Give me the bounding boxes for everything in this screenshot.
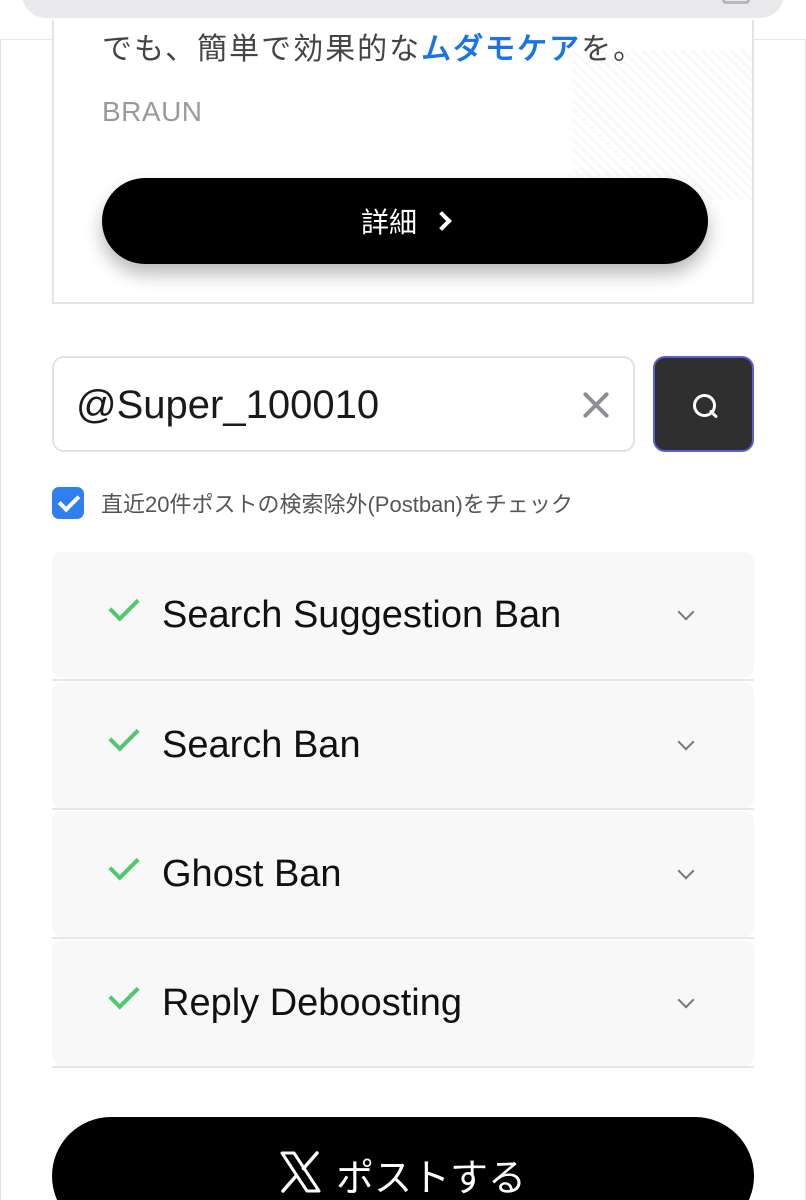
address-bar[interactable] xyxy=(22,0,784,18)
check-icon xyxy=(110,730,140,750)
divider xyxy=(52,937,754,939)
chevron-down-icon[interactable] xyxy=(677,603,695,621)
ad-details-label: 詳細 xyxy=(360,207,417,238)
result-item-ghost-ban[interactable]: Ghost Ban xyxy=(52,811,754,937)
divider xyxy=(52,808,754,810)
postban-option: 直近20件ポストの検索除外(Postban)をチェック xyxy=(52,486,573,520)
page-border-left xyxy=(0,40,1,1200)
postban-checkbox[interactable] xyxy=(52,487,84,519)
result-label: Search Ban xyxy=(162,724,361,766)
username-search-box xyxy=(52,356,635,452)
ad-details-button[interactable]: 詳細 xyxy=(102,178,708,264)
post-button-label: ポストする xyxy=(336,1158,527,1200)
check-icon xyxy=(110,600,140,620)
result-label: Search Suggestion Ban xyxy=(162,594,562,636)
tabs-icon[interactable] xyxy=(722,0,750,4)
post-to-x-button[interactable]: ポストする xyxy=(52,1117,754,1200)
chevron-right-icon xyxy=(432,211,452,231)
x-logo-icon xyxy=(280,1151,321,1193)
ad-headline: でも、簡単で効果的なムダモケアを。 xyxy=(102,24,645,64)
result-item-search-suggestion-ban[interactable]: Search Suggestion Ban xyxy=(52,552,754,678)
ad-card[interactable]: でも、簡単で効果的なムダモケアを。 BRAUN 詳細 xyxy=(52,20,754,304)
search-icon xyxy=(691,392,719,420)
divider xyxy=(52,679,754,681)
ad-headline-suffix: を。 xyxy=(581,33,646,64)
chevron-down-icon[interactable] xyxy=(677,733,695,751)
ad-headline-highlight: ムダモケア xyxy=(421,33,582,64)
chevron-down-icon[interactable] xyxy=(677,991,695,1009)
result-item-reply-deboosting[interactable]: Reply Deboosting xyxy=(52,940,754,1066)
ad-headline-text: でも、簡単で効果的な xyxy=(102,33,422,64)
result-item-search-ban[interactable]: Search Ban xyxy=(52,682,754,808)
divider xyxy=(52,1066,754,1068)
username-search-input[interactable] xyxy=(76,376,556,434)
result-label: Ghost Ban xyxy=(162,853,342,895)
result-label: Reply Deboosting xyxy=(162,982,462,1024)
check-icon xyxy=(110,988,140,1008)
postban-checkbox-label[interactable]: 直近20件ポストの検索除外(Postban)をチェック xyxy=(101,487,573,519)
ad-brand: BRAUN xyxy=(102,96,203,127)
search-button[interactable] xyxy=(653,356,754,452)
check-icon xyxy=(110,859,140,879)
chevron-down-icon[interactable] xyxy=(677,862,695,880)
close-icon[interactable] xyxy=(579,388,613,422)
